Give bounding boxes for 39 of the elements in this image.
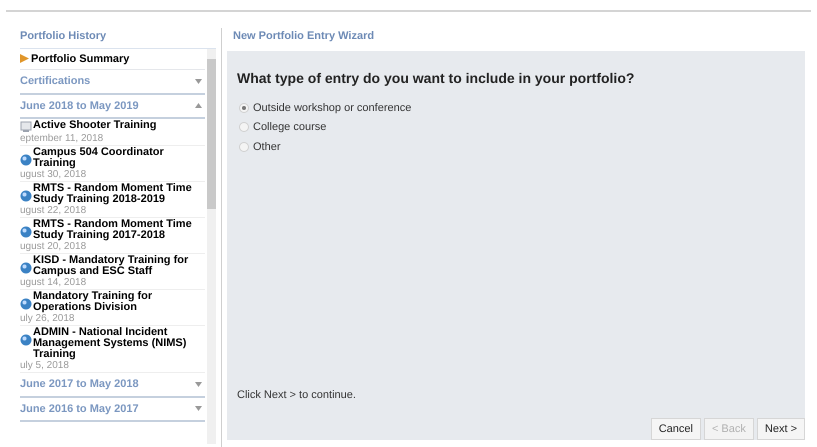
radio-button[interactable]: [239, 142, 249, 152]
entry-date: ugust 14, 2018: [20, 277, 88, 288]
entry-title[interactable]: ADMIN - National Incident Management Systems (NIMS) Training: [33, 327, 205, 360]
entry-title[interactable]: RMTS - Random Moment Time Study Training 2017-2018: [33, 219, 205, 241]
entry-title[interactable]: Mandatory Training for Operations Division: [33, 291, 205, 313]
disc-icon: [20, 334, 32, 346]
panel-title: New Portfolio Entry Wizard: [232, 29, 376, 44]
entry-title[interactable]: Campus 504 Coordinator Training: [33, 147, 205, 169]
entry-title[interactable]: Active Shooter Training: [33, 120, 156, 131]
entry-date: uly 26, 2018: [20, 313, 76, 324]
expand-icon: [195, 382, 202, 387]
panel-title: Portfolio History: [20, 28, 216, 48]
wizard-button[interactable]: Cancel: [650, 418, 701, 440]
entry-date: ugust 30, 2018: [20, 169, 88, 180]
question: What type of entry do you want to include in your portfolio?: [237, 68, 636, 88]
wizard-button[interactable]: Next >: [756, 418, 805, 440]
radio-button[interactable]: [239, 122, 249, 132]
entry-date: ugust 22, 2018: [20, 205, 88, 216]
disc-icon: [20, 190, 32, 202]
expand-icon: [195, 78, 202, 84]
entry-date: eptember 11, 2018: [20, 133, 104, 144]
expand-icon: [195, 406, 202, 412]
disc-icon: [20, 298, 32, 310]
arrow-icon: [20, 54, 29, 64]
entry-date: ugust 20, 2018: [20, 241, 88, 252]
disc-icon: [20, 226, 32, 238]
radio-option[interactable]: College course: [239, 119, 805, 136]
entry-title[interactable]: RMTS - Random Moment Time Study Training 2018-2019: [33, 183, 205, 205]
collapse-icon: [195, 103, 202, 108]
summary-label: Portfolio Summary: [31, 52, 130, 66]
entry-date: uly 5, 2018: [20, 360, 70, 371]
disc-icon: [20, 262, 32, 274]
scrollbar[interactable]: [207, 48, 216, 444]
disc-icon: [20, 154, 32, 166]
radio-option[interactable]: Outside workshop or conference: [239, 100, 805, 116]
radio-option[interactable]: Other: [239, 138, 805, 155]
entry-title[interactable]: KISD - Mandatory Training for Campus and ESC Staff: [33, 255, 205, 277]
hint-text: Click Next > to continue.: [237, 388, 357, 403]
radio-button[interactable]: [239, 102, 249, 113]
